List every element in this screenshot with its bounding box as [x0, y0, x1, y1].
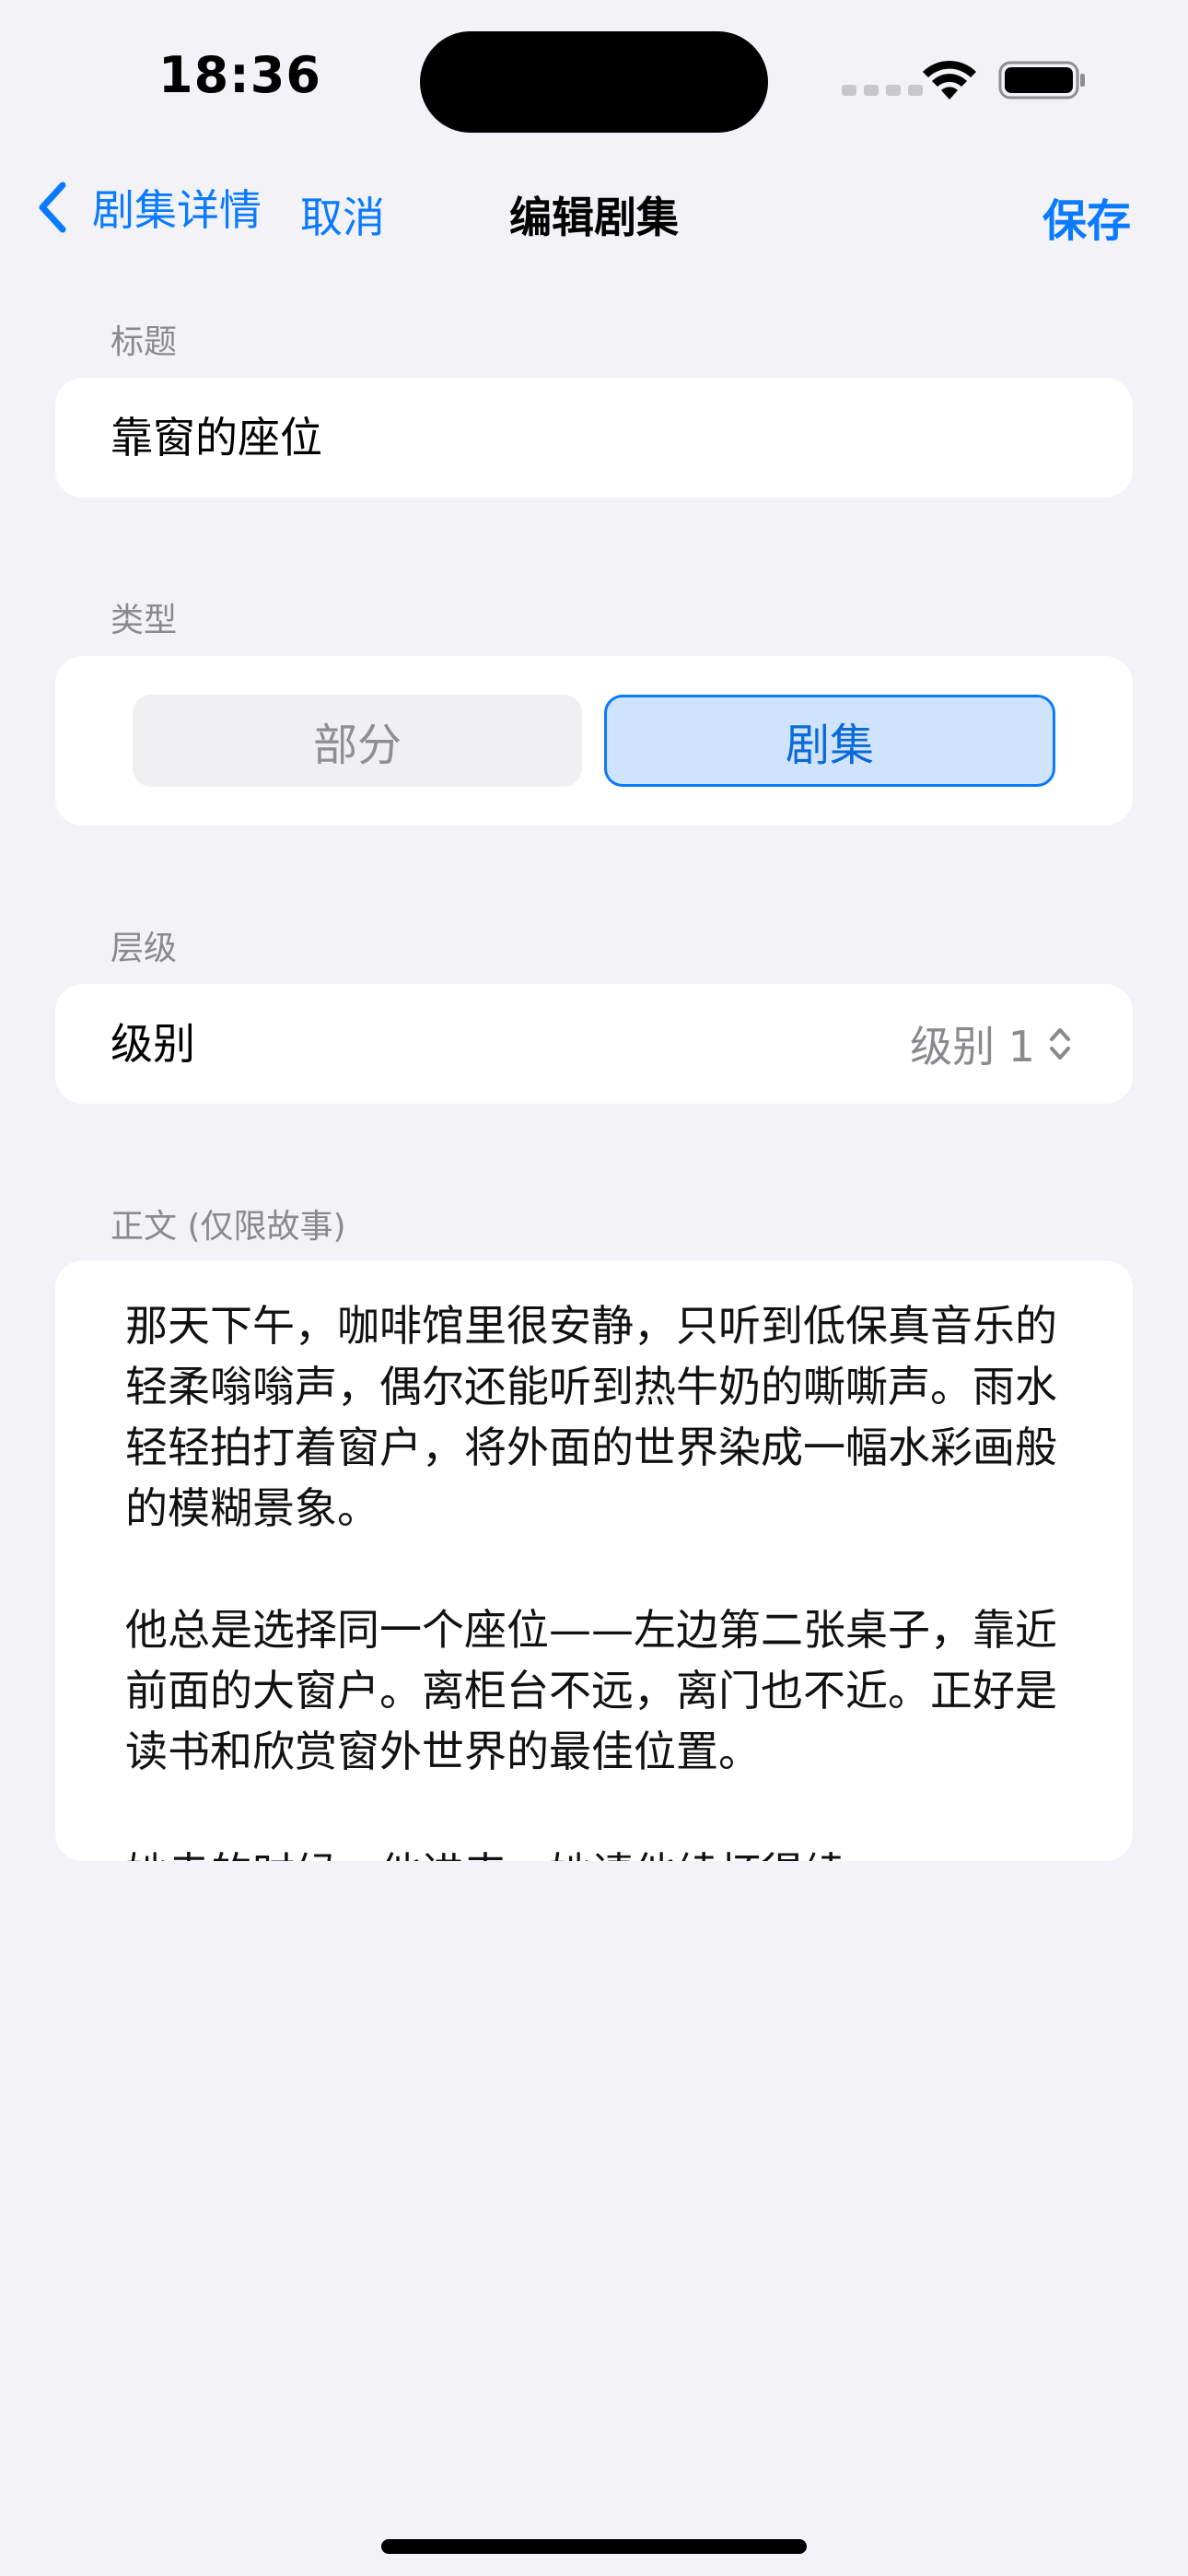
type-card: 部分 剧集 [55, 656, 1133, 825]
cellular-signal-icon [842, 85, 923, 96]
wifi-icon [923, 60, 976, 100]
home-indicator [381, 2539, 807, 2554]
type-section-label: 类型 [111, 602, 178, 639]
dynamic-island [420, 31, 768, 133]
chevron-up-down-icon [1050, 1028, 1070, 1060]
body-text[interactable]: 那天下午，咖啡馆里很安静，只听到低保真音乐的轻柔嗡嗡声，偶尔还能听到热牛奶的嘶嘶… [125, 1295, 1074, 1861]
segment-part[interactable]: 部分 [133, 695, 582, 787]
save-button[interactable]: 保存 [1042, 184, 1131, 249]
body-section-label: 正文 (仅限故事) [111, 1208, 346, 1246]
segment-episode[interactable]: 剧集 [604, 695, 1055, 787]
page-title: 编辑剧集 [509, 193, 679, 242]
level-row-label: 级别 [111, 1019, 195, 1069]
status-time: 18:36 [158, 46, 321, 104]
body-text-editor[interactable]: 那天下午，咖啡馆里很安静，只听到低保真音乐的轻柔嗡嗡声，偶尔还能听到热牛奶的嘶嘶… [55, 1260, 1133, 1861]
body-paragraph: 那天下午，咖啡馆里很安静，只听到低保真音乐的轻柔嗡嗡声，偶尔还能听到热牛奶的嘶嘶… [125, 1301, 1057, 1533]
navigation-bar: 剧集详情 取消 编辑剧集 保存 [0, 166, 1188, 258]
battery-icon [998, 61, 1085, 100]
body-paragraph: 她走的时候，他进来，她请他续杯得续。 [125, 1843, 1074, 1861]
level-picker[interactable]: 级别 1 [910, 984, 1076, 1104]
status-bar: 18:36 [0, 0, 1188, 157]
hierarchy-section-label: 层级 [111, 930, 178, 967]
body-paragraph: 他总是选择同一个座位——左边第二张桌子，靠近前面的大窗户。离柜台不远，离门也不近… [125, 1605, 1057, 1776]
level-picker-value: 级别 1 [910, 1022, 1035, 1071]
title-card [55, 378, 1133, 498]
title-section-label: 标题 [111, 323, 178, 361]
level-row[interactable]: 级别 级别 1 [55, 984, 1133, 1104]
title-input[interactable] [111, 378, 1077, 498]
